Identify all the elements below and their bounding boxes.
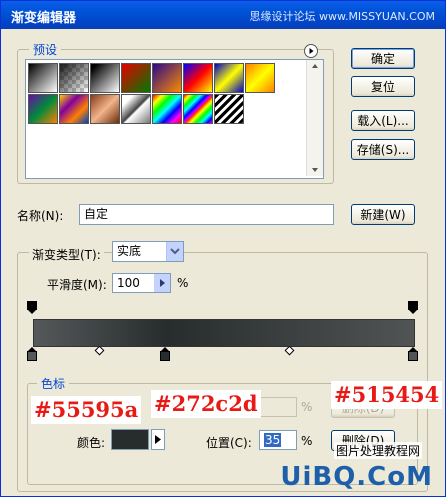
- gradient-preview-bar[interactable]: [33, 319, 415, 347]
- location-label: 位置(C):: [206, 436, 252, 450]
- presets-scrollbar[interactable]: [306, 60, 323, 176]
- color-stop-right[interactable]: [408, 347, 418, 361]
- location-input[interactable]: 35: [259, 430, 297, 450]
- preset-swatch[interactable]: [152, 94, 182, 124]
- preset-swatch[interactable]: [90, 94, 120, 124]
- smoothness-value: 100: [117, 276, 140, 290]
- preset-swatch[interactable]: [59, 94, 89, 124]
- opacity-stop-right[interactable]: [408, 301, 418, 315]
- triangle-right-icon: [155, 435, 161, 444]
- preset-swatch[interactable]: [28, 94, 58, 124]
- preset-swatch[interactable]: [121, 63, 151, 93]
- new-button[interactable]: 新建(W): [351, 204, 415, 225]
- smoothness-input[interactable]: 100: [112, 273, 171, 293]
- color-stop-selected[interactable]: [160, 347, 170, 361]
- site-logo: UiBQ.CoM: [280, 462, 433, 492]
- ok-button[interactable]: 确定: [351, 48, 415, 69]
- preset-swatch[interactable]: [121, 94, 151, 124]
- annotation-mid-color: #272c2d: [151, 390, 261, 418]
- triangle-right-icon[interactable]: [154, 274, 170, 292]
- color-stop-left[interactable]: [27, 347, 37, 361]
- reset-button[interactable]: 复位: [351, 76, 415, 97]
- presets-legend: 预设: [29, 41, 62, 58]
- preset-swatch[interactable]: [59, 63, 89, 93]
- annotation-left-color: #55595a: [31, 396, 142, 424]
- opacity-stop-left[interactable]: [27, 301, 37, 315]
- location-value: 35: [264, 433, 282, 447]
- scroll-arrows-icon: [312, 64, 318, 172]
- location-unit: %: [301, 434, 313, 448]
- gradient-type-value: 实底: [117, 244, 142, 258]
- save-button[interactable]: 存储(S)...: [351, 139, 415, 160]
- preset-swatch[interactable]: [28, 63, 58, 93]
- gradient-type-select[interactable]: 实底: [112, 241, 184, 262]
- preset-swatch[interactable]: [90, 63, 120, 93]
- name-label: 名称(N):: [17, 209, 64, 223]
- annotation-right-color: #515454: [331, 381, 443, 409]
- preset-swatch[interactable]: [214, 63, 244, 93]
- site-watermark: 思缘设计论坛 www.MISSYUAN.COM: [249, 10, 435, 23]
- smoothness-unit: %: [177, 276, 189, 290]
- presets-list[interactable]: [25, 59, 324, 179]
- name-input[interactable]: 自定: [79, 204, 334, 225]
- preset-swatch[interactable]: [183, 63, 213, 93]
- opacity-unit: %: [301, 400, 313, 414]
- color-label: 颜色:: [77, 436, 106, 450]
- color-swatch[interactable]: [111, 429, 149, 450]
- preset-swatch[interactable]: [152, 63, 182, 93]
- color-menu-button[interactable]: [151, 429, 165, 450]
- smoothness-label: 平滑度(M):: [47, 278, 107, 292]
- presets-menu-button[interactable]: [304, 44, 318, 58]
- gradient-type-label: 渐变类型(T):: [29, 246, 104, 263]
- site-caption: 图片处理教程网: [334, 442, 423, 459]
- preset-swatch[interactable]: [214, 94, 244, 124]
- preset-swatch[interactable]: [183, 94, 213, 124]
- load-button[interactable]: 载入(L)...: [351, 110, 415, 131]
- title-bar[interactable]: 渐变编辑器 思缘设计论坛 www.MISSYUAN.COM: [1, 1, 445, 29]
- triangle-right-icon: [309, 48, 314, 54]
- opacity-input: [259, 397, 297, 417]
- stops-legend: 色标: [37, 375, 70, 392]
- chevron-down-icon: [166, 242, 183, 261]
- gradient-editor-window: 渐变编辑器 思缘设计论坛 www.MISSYUAN.COM 预设 确定 复位 载…: [0, 0, 446, 497]
- window-title: 渐变编辑器: [11, 11, 77, 26]
- preset-swatch[interactable]: [245, 63, 275, 93]
